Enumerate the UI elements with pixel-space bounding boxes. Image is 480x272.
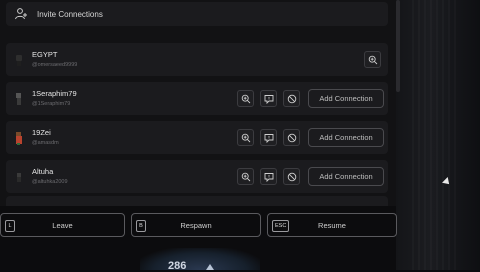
add-connection-button[interactable]: Add Connection bbox=[308, 167, 384, 186]
leave-button[interactable]: L Leave bbox=[0, 213, 125, 237]
view-profile-button[interactable] bbox=[237, 90, 254, 107]
player-avatar bbox=[16, 93, 21, 105]
resume-key-hint: ESC bbox=[272, 220, 290, 232]
add-person-icon bbox=[15, 8, 27, 20]
player-handle: @altuhka2009 bbox=[32, 179, 68, 185]
leave-label: Leave bbox=[52, 220, 73, 230]
player-row-partial bbox=[6, 196, 388, 206]
player-name: Altuha bbox=[32, 167, 54, 176]
players-panel: Invite Connections EGYPT @omersaeed9999 … bbox=[0, 0, 396, 206]
message-button[interactable] bbox=[260, 168, 277, 185]
player-avatar bbox=[16, 132, 22, 145]
player-handle: @omersaeed9999 bbox=[32, 62, 78, 68]
block-icon bbox=[287, 94, 296, 103]
background-texture bbox=[412, 0, 460, 270]
search-plus-icon bbox=[241, 172, 250, 181]
resume-label: Resume bbox=[318, 220, 346, 230]
hud-arrow-icon bbox=[206, 264, 214, 270]
player-name: EGYPT bbox=[32, 50, 58, 59]
invite-connections-label: Invite Connections bbox=[37, 9, 103, 19]
block-button[interactable] bbox=[283, 129, 300, 146]
player-avatar bbox=[17, 173, 21, 182]
invite-connections-button[interactable]: Invite Connections bbox=[6, 2, 388, 26]
add-connection-button[interactable]: Add Connection bbox=[308, 89, 384, 108]
respawn-button[interactable]: B Respawn bbox=[131, 213, 261, 237]
view-profile-button[interactable] bbox=[237, 129, 254, 146]
scrollbar[interactable] bbox=[396, 0, 400, 92]
player-handle: @1Seraphim79 bbox=[32, 101, 71, 107]
block-button[interactable] bbox=[283, 168, 300, 185]
player-handle: @amasdm bbox=[32, 140, 59, 146]
resume-button[interactable]: ESC Resume bbox=[267, 213, 397, 237]
respawn-label: Respawn bbox=[180, 220, 212, 230]
view-profile-button[interactable] bbox=[237, 168, 254, 185]
respawn-key-hint: B bbox=[136, 220, 146, 232]
add-connection-button[interactable]: Add Connection bbox=[308, 128, 384, 147]
leave-key-hint: L bbox=[5, 220, 15, 232]
search-plus-icon bbox=[368, 55, 377, 64]
message-icon bbox=[264, 172, 273, 182]
message-button[interactable] bbox=[260, 90, 277, 107]
search-plus-icon bbox=[241, 133, 250, 142]
player-avatar bbox=[16, 55, 22, 66]
search-plus-icon bbox=[241, 94, 250, 103]
block-icon bbox=[287, 133, 296, 142]
player-row: EGYPT @omersaeed9999 bbox=[6, 43, 388, 76]
player-row: Altuha @altuhka2009 Add Connection bbox=[6, 160, 388, 193]
player-row: 1Seraphim79 @1Seraphim79 Add Connection bbox=[6, 82, 388, 115]
block-button[interactable] bbox=[283, 90, 300, 107]
hud-glow bbox=[140, 248, 260, 270]
message-button[interactable] bbox=[260, 129, 277, 146]
block-icon bbox=[287, 172, 296, 181]
player-name: 1Seraphim79 bbox=[32, 89, 77, 98]
view-profile-button[interactable] bbox=[364, 51, 381, 68]
hud-counter: 286 bbox=[168, 260, 187, 272]
player-name: 19Zei bbox=[32, 128, 51, 137]
message-icon bbox=[264, 133, 273, 143]
player-row: 19Zei @amasdm Add Connection bbox=[6, 121, 388, 154]
message-icon bbox=[264, 94, 273, 104]
